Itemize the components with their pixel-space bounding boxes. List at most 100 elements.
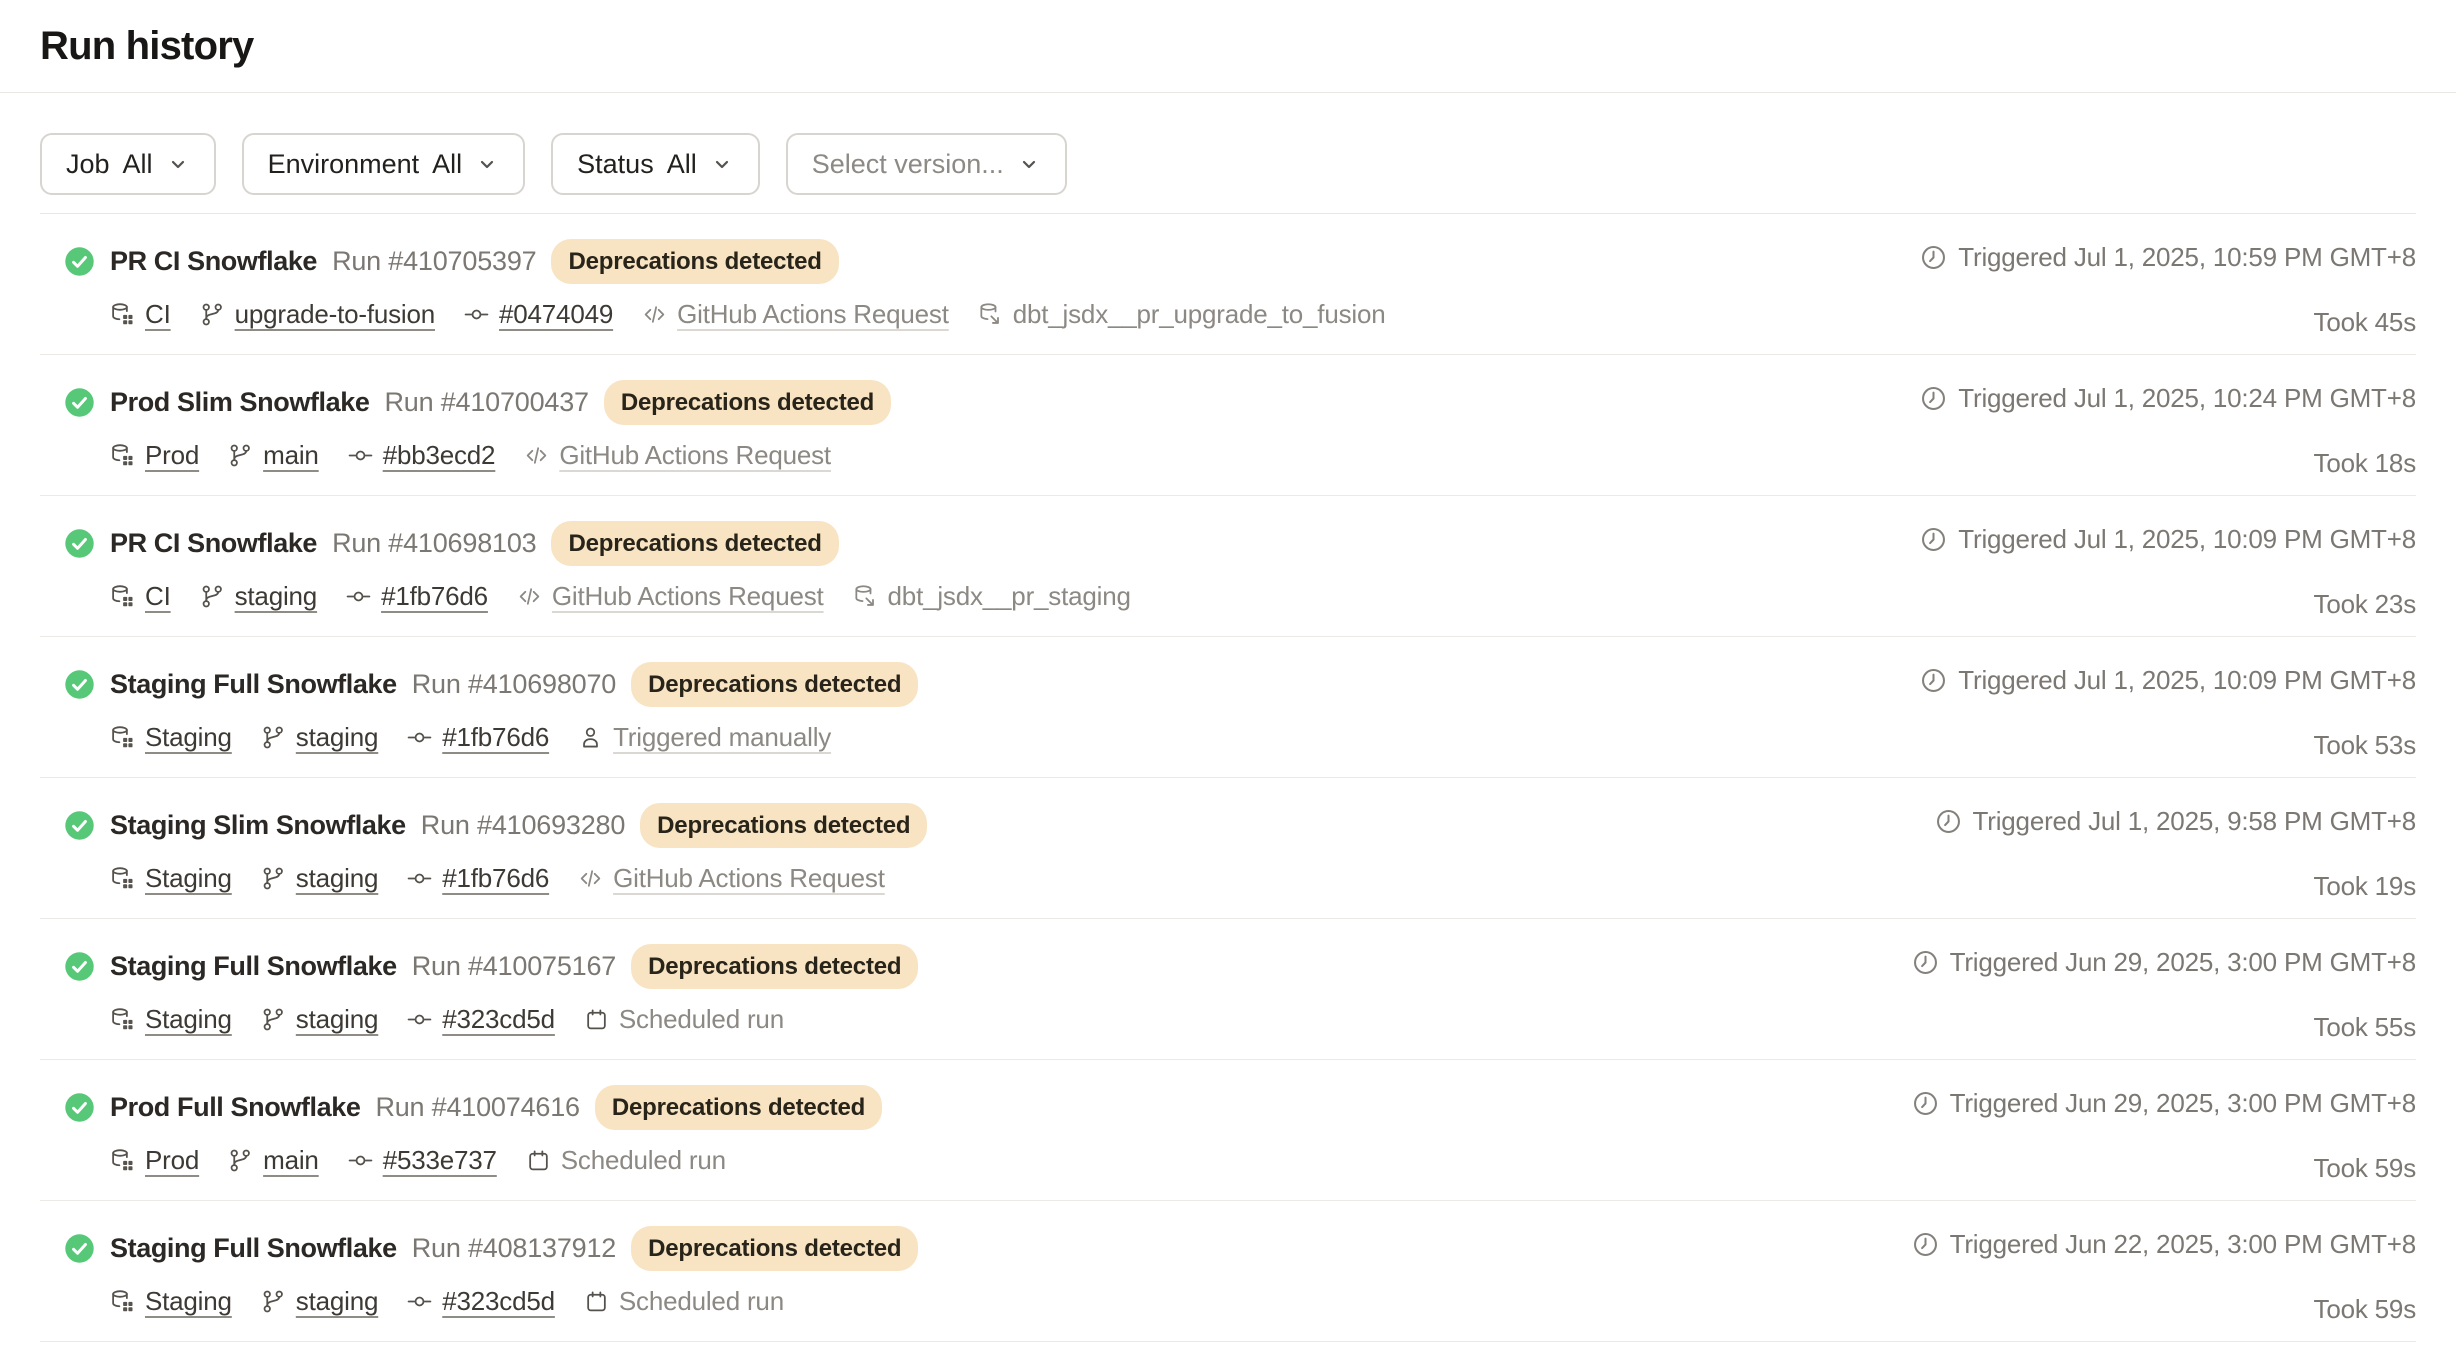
job-name-link[interactable]: Staging Full Snowflake [110, 1233, 397, 1264]
duration-text: Took 59s [2314, 1153, 2416, 1184]
database-grid-icon [110, 1289, 135, 1314]
commit-link[interactable]: #323cd5d [442, 1286, 555, 1317]
git-branch-icon [228, 443, 253, 468]
job-name-link[interactable]: Prod Slim Snowflake [110, 387, 369, 418]
database-arrow-icon [853, 584, 878, 609]
trigger-text: Triggered manually [613, 722, 831, 753]
page-header: Run history [0, 0, 2456, 93]
branch-link[interactable]: main [263, 440, 319, 471]
schema-item: dbt_jsdx__pr_upgrade_to_fusion [978, 299, 1386, 330]
commit-meta: #1fb76d6 [407, 722, 549, 753]
branch-meta: staging [261, 1004, 378, 1035]
run-row[interactable]: PR CI Snowflake Run #410698103 Deprecati… [40, 496, 2416, 637]
environment-meta: Staging [110, 1004, 232, 1035]
deprecations-badge: Deprecations detected [631, 1226, 918, 1271]
commit-link[interactable]: #323cd5d [442, 1004, 555, 1035]
environment-filter-dropdown[interactable]: Environment All [242, 133, 526, 195]
chevron-down-icon [710, 152, 734, 176]
commit-link[interactable]: #1fb76d6 [442, 863, 549, 894]
git-commit-icon [348, 1148, 373, 1173]
job-name-link[interactable]: Prod Full Snowflake [110, 1092, 360, 1123]
branch-meta: staging [261, 1286, 378, 1317]
commit-link[interactable]: #1fb76d6 [381, 581, 488, 612]
commit-meta: #323cd5d [407, 1004, 555, 1035]
chevron-down-icon [1017, 152, 1041, 176]
run-number: Run #410698070 [412, 669, 616, 700]
run-row[interactable]: Staging Full Snowflake Run #408137912 De… [40, 1201, 2416, 1342]
deprecations-badge: Deprecations detected [631, 662, 918, 707]
job-name-link[interactable]: PR CI Snowflake [110, 246, 317, 277]
branch-link[interactable]: staging [296, 722, 378, 753]
commit-link[interactable]: #0474049 [499, 299, 613, 330]
branch-link[interactable]: staging [296, 1004, 378, 1035]
run-row[interactable]: Staging Full Snowflake Run #410698070 De… [40, 637, 2416, 778]
run-row[interactable]: Staging Slim Snowflake Run #410693280 De… [40, 778, 2416, 919]
triggered-text: Triggered Jun 29, 2025, 3:00 PM GMT+8 [1950, 1088, 2416, 1119]
branch-link[interactable]: staging [235, 581, 317, 612]
commit-meta: #323cd5d [407, 1286, 555, 1317]
job-name-link[interactable]: PR CI Snowflake [110, 528, 317, 559]
triggered-timestamp: Triggered Jul 1, 2025, 9:58 PM GMT+8 [1935, 806, 2416, 837]
duration-text: Took 45s [2314, 307, 2416, 338]
run-title-line: PR CI Snowflake Run #410705397 Deprecati… [64, 239, 1386, 284]
branch-link[interactable]: main [263, 1145, 319, 1176]
job-name-link[interactable]: Staging Full Snowflake [110, 669, 397, 700]
run-title-line: Prod Full Snowflake Run #410074616 Depre… [64, 1085, 882, 1130]
job-name-link[interactable]: Staging Full Snowflake [110, 951, 397, 982]
deprecations-badge: Deprecations detected [631, 944, 918, 989]
success-check-icon [64, 528, 95, 559]
branch-link[interactable]: upgrade-to-fusion [235, 299, 435, 330]
duration-text: Took 53s [2314, 730, 2416, 761]
git-commit-icon [407, 1007, 432, 1032]
git-branch-icon [261, 866, 286, 891]
branch-link[interactable]: staging [296, 1286, 378, 1317]
deprecations-badge: Deprecations detected [640, 803, 927, 848]
run-row[interactable]: Prod Full Snowflake Run #410074616 Depre… [40, 1060, 2416, 1201]
run-row[interactable]: Prod Slim Snowflake Run #410700437 Depre… [40, 355, 2416, 496]
branch-meta: main [228, 1145, 319, 1176]
job-name-link[interactable]: Staging Slim Snowflake [110, 810, 406, 841]
run-row-main: Staging Slim Snowflake Run #410693280 De… [40, 803, 927, 918]
environment-link[interactable]: Prod [145, 1145, 199, 1176]
branch-meta: staging [261, 722, 378, 753]
run-row[interactable]: PR CI Snowflake Run #410705397 Deprecati… [40, 214, 2416, 355]
run-row-main: Staging Full Snowflake Run #410075167 De… [40, 944, 918, 1059]
git-branch-icon [261, 1289, 286, 1314]
environment-link[interactable]: Staging [145, 1286, 232, 1317]
calendar-icon [584, 1289, 609, 1314]
success-check-icon [64, 1092, 95, 1123]
run-number: Run #410705397 [332, 246, 536, 277]
schema-item: dbt_jsdx__pr_staging [853, 581, 1131, 612]
trigger-text: Scheduled run [619, 1286, 784, 1317]
job-filter-value: All [123, 149, 153, 180]
database-grid-icon [110, 302, 135, 327]
environment-link[interactable]: Staging [145, 722, 232, 753]
run-row[interactable]: Staging Full Snowflake Run #410075167 De… [40, 919, 2416, 1060]
commit-link[interactable]: #533e737 [383, 1145, 497, 1176]
code-icon [524, 443, 549, 468]
trigger-text: Scheduled run [561, 1145, 726, 1176]
version-filter-dropdown[interactable]: Select version... [786, 133, 1067, 195]
git-commit-icon [407, 866, 432, 891]
database-grid-icon [110, 584, 135, 609]
run-number: Run #410074616 [375, 1092, 579, 1123]
job-filter-dropdown[interactable]: Job All [40, 133, 216, 195]
environment-meta: CI [110, 581, 171, 612]
commit-meta: #1fb76d6 [407, 863, 549, 894]
status-filter-dropdown[interactable]: Status All [551, 133, 760, 195]
commit-link[interactable]: #bb3ecd2 [383, 440, 496, 471]
environment-link[interactable]: Staging [145, 1004, 232, 1035]
environment-link[interactable]: CI [145, 581, 171, 612]
git-branch-icon [261, 1007, 286, 1032]
environment-link[interactable]: Prod [145, 440, 199, 471]
branch-link[interactable]: staging [296, 863, 378, 894]
environment-link[interactable]: CI [145, 299, 171, 330]
success-check-icon [64, 810, 95, 841]
environment-link[interactable]: Staging [145, 863, 232, 894]
clock-icon [1912, 1090, 1939, 1117]
triggered-timestamp: Triggered Jun 22, 2025, 3:00 PM GMT+8 [1912, 1229, 2416, 1260]
database-grid-icon [110, 1148, 135, 1173]
branch-meta: staging [261, 863, 378, 894]
success-check-icon [64, 246, 95, 277]
commit-link[interactable]: #1fb76d6 [442, 722, 549, 753]
